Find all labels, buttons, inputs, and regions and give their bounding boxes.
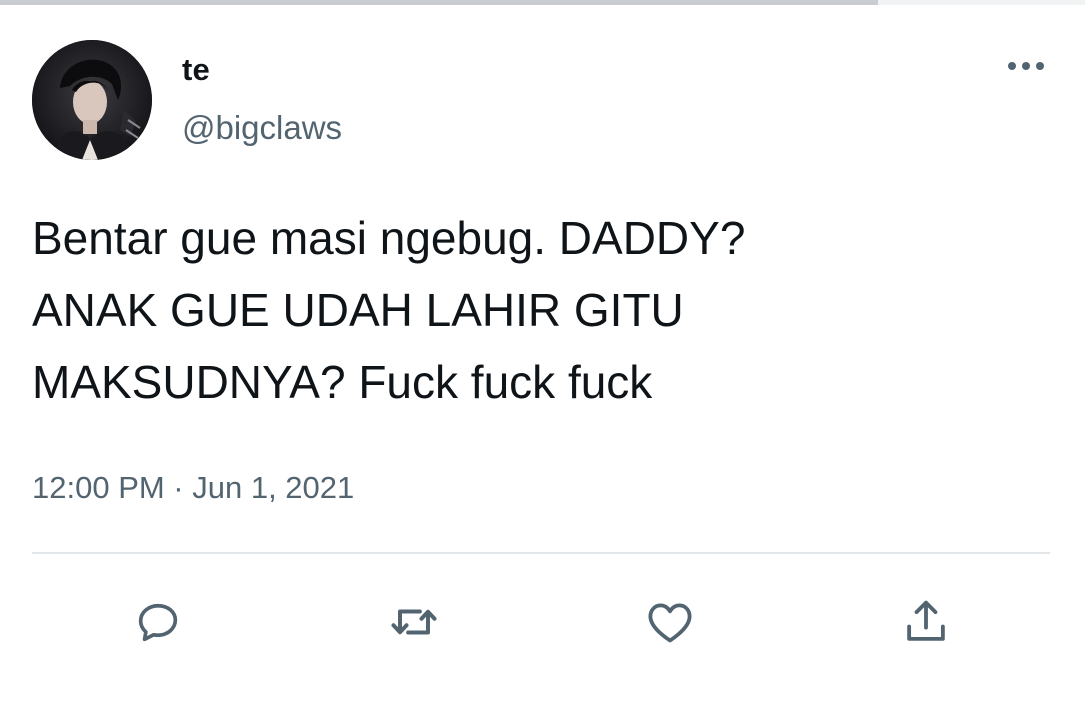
- avatar[interactable]: [32, 40, 152, 160]
- retweet-button[interactable]: [386, 594, 442, 650]
- top-scroll-strip: [0, 0, 1085, 5]
- page-progress-bar: [0, 0, 878, 5]
- reply-icon: [138, 603, 178, 642]
- divider: [32, 552, 1050, 554]
- heart-icon: [648, 603, 692, 643]
- retweet-icon: [391, 609, 437, 635]
- tweet-screenshot: te @bigclaws Bentar gue masi ngebug. DAD…: [0, 0, 1085, 704]
- display-name[interactable]: te: [182, 52, 210, 88]
- user-handle[interactable]: @bigclaws: [182, 109, 342, 147]
- share-button[interactable]: [898, 594, 954, 650]
- like-button[interactable]: [642, 594, 698, 650]
- profile-photo-icon: [32, 40, 152, 160]
- tweet-timestamp[interactable]: 12:00 PM · Jun 1, 2021: [32, 470, 354, 506]
- tweet-text: Bentar gue masi ngebug. DADDY? ANAK GUE …: [32, 212, 746, 408]
- share-icon: [907, 600, 945, 641]
- more-horizontal-icon: [1008, 62, 1044, 70]
- reply-button[interactable]: [130, 594, 186, 650]
- more-options-button[interactable]: [1000, 50, 1052, 82]
